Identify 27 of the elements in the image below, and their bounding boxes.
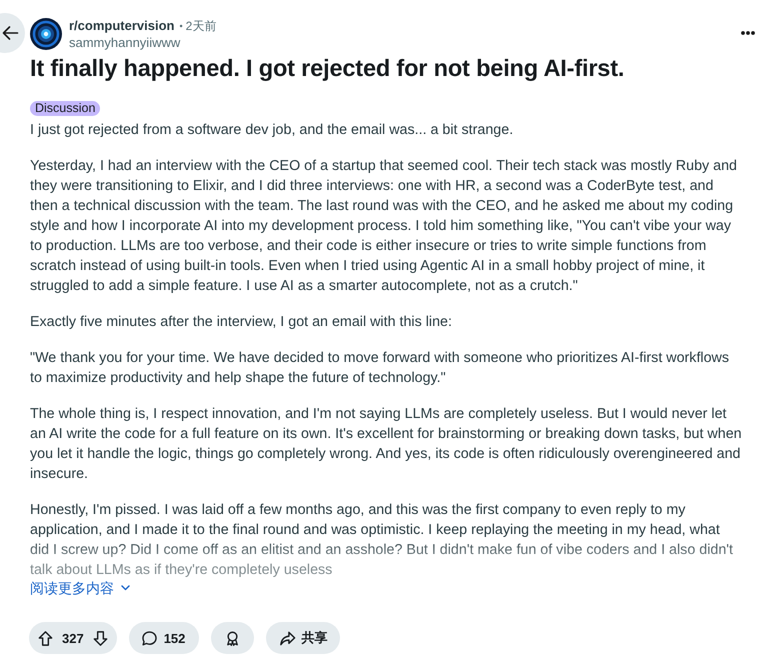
- upvote-button[interactable]: [37, 630, 54, 646]
- share-arrow-icon: [279, 630, 296, 646]
- post-title: It finally happened. I got rejected for not being AI-first.: [30, 55, 626, 84]
- chevron-down-icon: [121, 585, 130, 591]
- body-paragraph: Yesterday, I had an interview with the CEO of a startup that seemed cool. Their tech stack was mostly Ruby and they were transitioning to Elixir, and I did three interviews: one with HR, a second was a CoderByte test, and then a technical discussion with the team. The last round was with the CEO, and he asked me about my coding style and how I incorporate AI into my development process. I told him something like, "You can't vibe your way to production. LLMs are too verbose, and their code is either insecure or tries to write simple functions from scratch instead of using built-in tools. Even when I tried using Agentic AI in a small hobby project of mine, it struggled to add a simple feature. I use AI as a smarter autocomplete, not as a crutch.": [30, 157, 738, 296]
- downvote-arrow-icon: [92, 630, 109, 646]
- community-avatar-icon[interactable]: [30, 18, 62, 50]
- award-button[interactable]: [211, 622, 254, 654]
- share-button[interactable]: 共享: [266, 622, 340, 654]
- body-paragraph: "We thank you for your time. We have decided to move forward with someone who prioritizes AI-first workflows to maximize productivity and help shape the future of technology.": [30, 349, 730, 388]
- body-paragraph: I just got rejected from a software dev job, and the email was... a bit strange.: [30, 121, 514, 140]
- body-paragraph: Honestly, I'm pissed. I was laid off a few months ago, and this was the first company to even reply to my application, and I made it to the final round and was optimistic. I keep replaying the meeting in my head, what did I screw up? Did I come off as an elitist and an asshole? But I didn't make fun of vibe coders and I also didn't talk about LLMs as if they're completely useless: [30, 501, 734, 580]
- more-options-icon[interactable]: [741, 31, 755, 35]
- comment-bubble-icon: [140, 630, 158, 646]
- post-time: 2天前: [186, 18, 216, 34]
- body-paragraph: The whole thing is, I respect innovation, and I'm not saying LLMs are completely useless. But I would never let an AI write the code for a full feature on its own. It's excellent for brainstorming or breaking down tasks, but when you let it handle the logic, things go completely wrong. And yes, its code is often ridiculously overengineered and insecure.: [30, 405, 742, 484]
- back-arrow-icon: [1, 24, 19, 42]
- meta-separator: •: [179, 20, 183, 32]
- read-more-link[interactable]: 阅读更多内容: [30, 580, 130, 596]
- author-link[interactable]: sammyhannyiiwww: [69, 34, 216, 50]
- upvote-arrow-icon: [37, 630, 54, 646]
- subreddit-link[interactable]: r/computervision: [69, 18, 174, 34]
- comments-button[interactable]: 152: [128, 622, 200, 654]
- downvote-button[interactable]: [92, 630, 109, 646]
- flair-tag: Discussion: [30, 101, 100, 116]
- body-paragraph: Exactly five minutes after the interview, I got an email with this line:: [30, 313, 453, 332]
- vote-count: 327: [62, 630, 84, 646]
